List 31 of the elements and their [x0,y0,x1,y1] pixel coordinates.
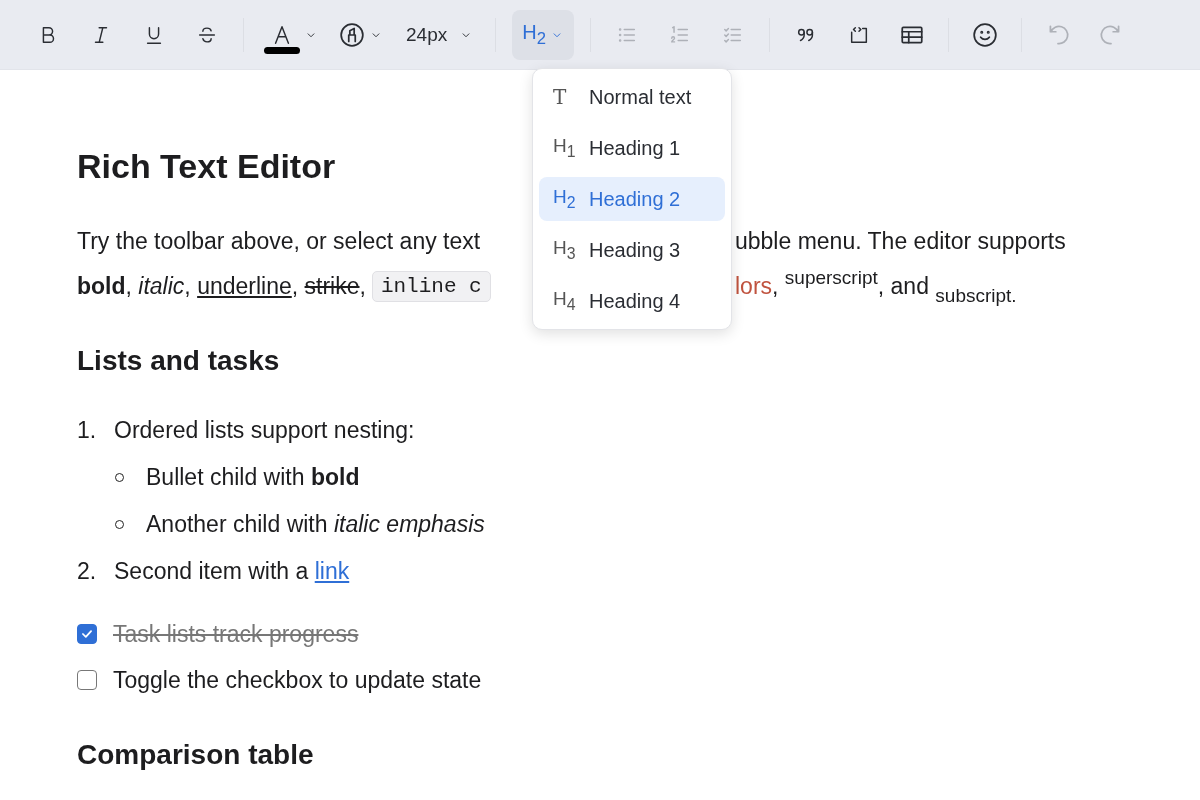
list-item-text: Bullet child with bold [146,464,360,491]
document-title: Rich Text Editor [77,146,336,187]
checkmark-icon [80,627,94,641]
menu-item[interactable]: H$_{3}$ Heading 3 [539,228,725,272]
task-text: Task lists track progress [113,620,359,648]
link[interactable]: link [314,558,350,584]
list-number: 1. [77,417,98,444]
task-text: Toggle the checkbox to update state [113,666,482,694]
section-heading: Comparison table [77,738,315,772]
list-item-text: Ordered lists support nesting: [114,417,415,444]
font-size-dropdown[interactable]: 24px [400,12,480,57]
paragraph-text: Try the toolbar above, or select any text [77,228,481,255]
menu-item[interactable]: H$_{2}$ Heading 2 [539,177,725,221]
highlighter-icon [339,21,365,48]
paragraph-text: ubble menu. The editor supports [735,228,1066,255]
paragraph-text: lors, $^{superscript}$, and $_{subscript.}$ [735,266,1017,307]
menu-item[interactable]: T Normal text [539,75,725,119]
list-number: 2. [77,558,98,585]
list-item-text: Another child with italic emphasis [146,511,485,538]
checkbox[interactable] [77,670,97,690]
menu-item[interactable]: H$_{1}$ Heading 1 [539,126,725,170]
list-item-text: Second item with a link [114,558,350,585]
checkbox[interactable] [77,624,97,644]
inline-code: inline c [371,271,491,302]
heading-dropdown[interactable]: H$_{2}$ [512,9,574,60]
paragraph-text: bold, italic, underline, strike, [77,273,366,300]
section-heading: Lists and tasks [77,344,281,378]
numbered-list-icon [668,23,691,46]
smiley-icon [971,21,998,48]
menu-item[interactable]: H$_{4}$ Heading 4 [539,279,725,323]
color-swatch [264,46,300,54]
